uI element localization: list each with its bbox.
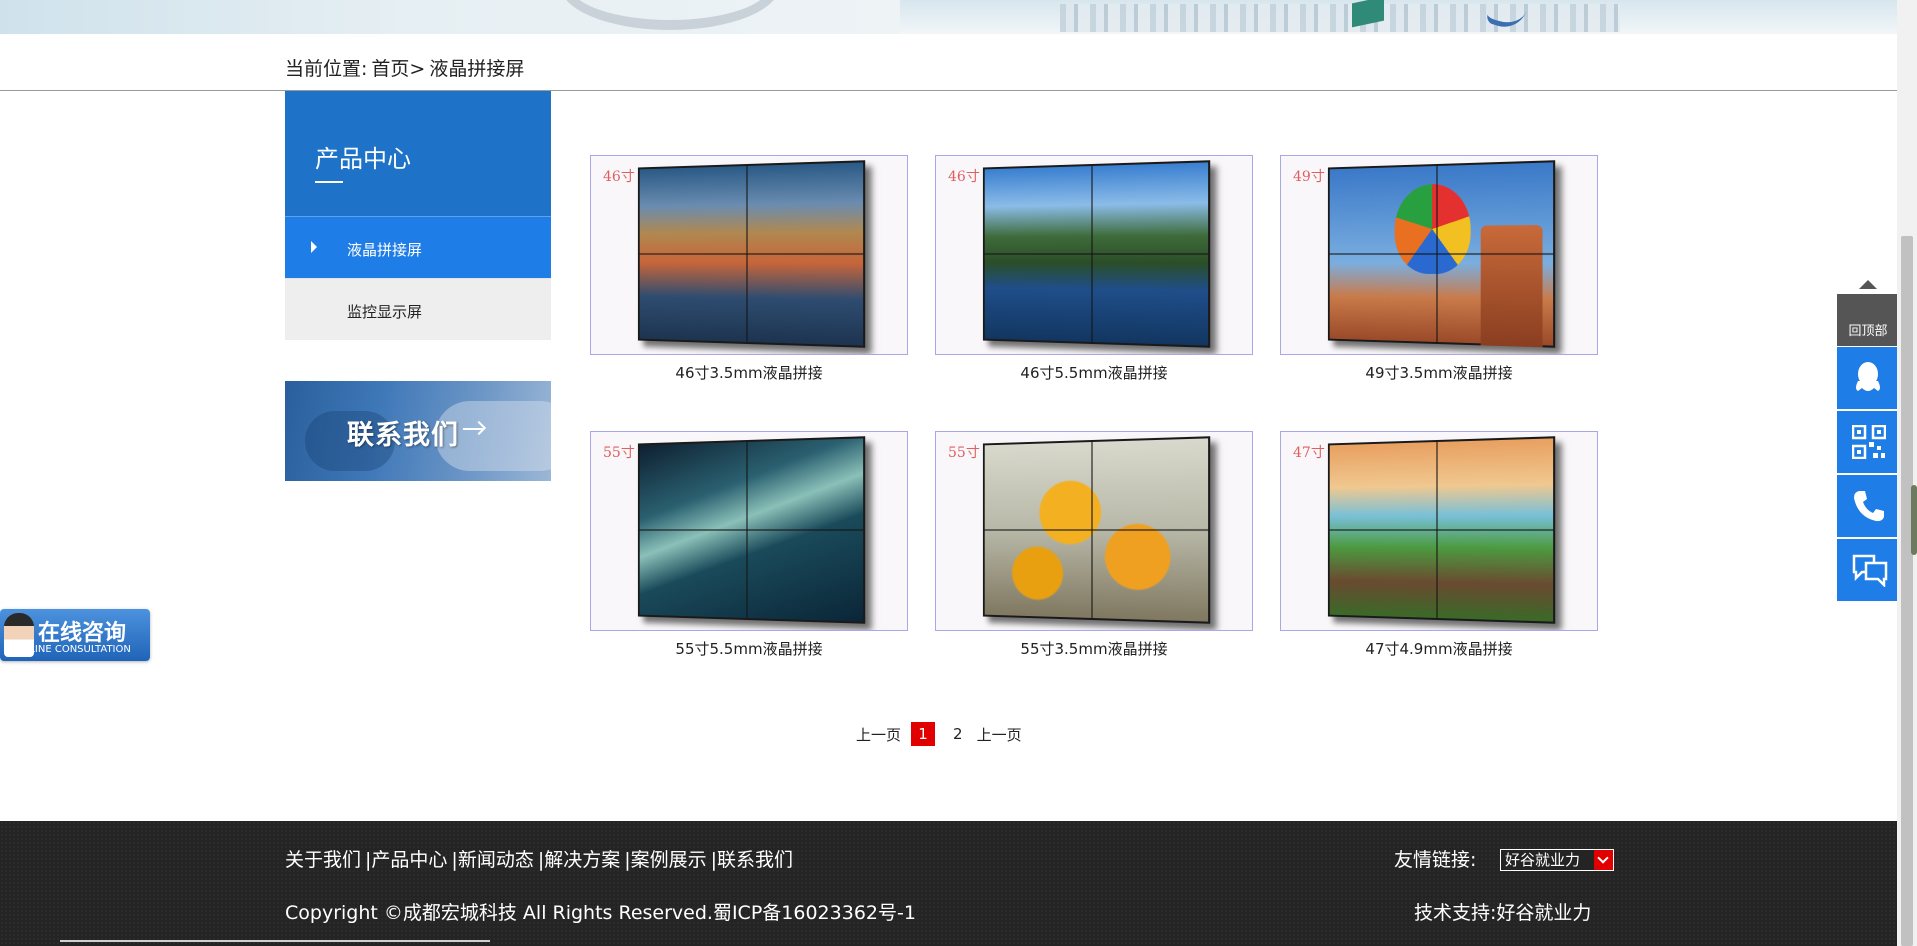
pagination: 上一页 1 2 上一页 bbox=[856, 722, 1032, 746]
video-wall-image bbox=[638, 436, 865, 624]
page-scrollbar[interactable] bbox=[1897, 0, 1917, 946]
page-2-link[interactable]: 2 bbox=[953, 725, 963, 743]
size-tag: 55寸 bbox=[948, 442, 980, 462]
product-card[interactable]: 47寸 47寸4.9mm液晶拼接 bbox=[1280, 431, 1598, 659]
caret-up-icon bbox=[1859, 280, 1877, 289]
sidebar-title-underline bbox=[315, 181, 343, 183]
phone-button[interactable] bbox=[1837, 475, 1899, 537]
contact-us-label: 联系我们 bbox=[347, 413, 459, 452]
footer-link-solutions[interactable]: |解决方案 bbox=[538, 845, 620, 872]
arrow-right-icon bbox=[463, 428, 483, 430]
chevron-down-icon bbox=[1594, 850, 1613, 870]
online-consult-title: 在线咨询 bbox=[38, 615, 126, 647]
product-image[interactable]: 49寸 bbox=[1280, 155, 1598, 355]
product-name[interactable]: 46寸5.5mm液晶拼接 bbox=[935, 362, 1253, 383]
size-tag: 55寸 bbox=[603, 442, 635, 462]
scrollbar-thumb[interactable] bbox=[1901, 236, 1913, 946]
product-image[interactable]: 46寸 bbox=[590, 155, 908, 355]
online-consult-subtitle: ONLINE CONSULTATION bbox=[14, 644, 131, 655]
breadcrumb-prefix: 当前位置: bbox=[285, 58, 367, 80]
footer-nav: 关于我们 |产品中心 |新闻动态 |解决方案 |案例展示 |联系我们 bbox=[285, 845, 797, 872]
sidebar-item-monitor-display[interactable]: 监控显示屏 bbox=[285, 278, 551, 340]
online-consultation-button[interactable]: 在线咨询 ONLINE CONSULTATION bbox=[0, 609, 150, 661]
copyright-text: Copyright ©成都宏城科技 All Rights Reserved.蜀I… bbox=[285, 898, 916, 925]
breadcrumb-bar: 当前位置: 首页> 液晶拼接屏 bbox=[0, 34, 1897, 91]
video-wall-image bbox=[983, 436, 1210, 624]
prev-page-link[interactable]: 上一页 bbox=[856, 724, 901, 745]
product-image[interactable]: 47寸 bbox=[1280, 431, 1598, 631]
product-name[interactable]: 49寸3.5mm液晶拼接 bbox=[1280, 362, 1598, 383]
qr-code-button[interactable] bbox=[1837, 411, 1899, 473]
breadcrumb-home-link[interactable]: 首页> bbox=[371, 58, 425, 80]
sidebar-item-lcd-splicing[interactable]: 液晶拼接屏 bbox=[285, 216, 551, 278]
scrollbar-side-tab bbox=[1911, 485, 1917, 555]
qr-code-icon bbox=[1852, 425, 1886, 459]
video-wall-image bbox=[1328, 436, 1555, 624]
next-page-link[interactable]: 上一页 bbox=[977, 724, 1022, 745]
page-1-current[interactable]: 1 bbox=[911, 722, 935, 746]
product-card[interactable]: 46寸 46寸3.5mm液晶拼接 bbox=[590, 155, 908, 383]
size-tag: 49寸 bbox=[1293, 166, 1325, 186]
video-wall-image bbox=[1328, 160, 1555, 348]
footer-link-news[interactable]: |新闻动态 bbox=[451, 845, 533, 872]
tech-support-text: 技术支持:好谷就业力 bbox=[1414, 898, 1591, 925]
product-name[interactable]: 47寸4.9mm液晶拼接 bbox=[1280, 638, 1598, 659]
footer-link-contact[interactable]: |联系我们 bbox=[711, 845, 793, 872]
product-name[interactable]: 55寸5.5mm液晶拼接 bbox=[590, 638, 908, 659]
footer-link-about[interactable]: 关于我们 bbox=[285, 845, 361, 872]
chat-icon bbox=[1852, 553, 1888, 587]
sidebar-item-label: 液晶拼接屏 bbox=[347, 239, 422, 260]
product-image[interactable]: 55寸 bbox=[590, 431, 908, 631]
product-card[interactable]: 55寸 55寸5.5mm液晶拼接 bbox=[590, 431, 908, 659]
sidebar-header: 产品中心 bbox=[285, 91, 551, 216]
product-image[interactable]: 55寸 bbox=[935, 431, 1253, 631]
sidebar-title: 产品中心 bbox=[315, 139, 411, 174]
friend-links-selected-value: 好谷就业力 bbox=[1505, 851, 1580, 869]
sidebar-item-label: 监控显示屏 bbox=[347, 301, 422, 322]
product-name[interactable]: 46寸3.5mm液晶拼接 bbox=[590, 362, 908, 383]
size-tag: 46寸 bbox=[948, 166, 980, 186]
product-card[interactable]: 49寸 49寸3.5mm液晶拼接 bbox=[1280, 155, 1598, 383]
size-tag: 47寸 bbox=[1293, 442, 1325, 462]
product-card[interactable]: 55寸 55寸3.5mm液晶拼接 bbox=[935, 431, 1253, 659]
phone-icon bbox=[1852, 489, 1886, 523]
video-wall-image bbox=[983, 160, 1210, 348]
caret-right-icon bbox=[311, 241, 317, 253]
friend-links-label: 友情链接: bbox=[1394, 845, 1476, 872]
qq-button[interactable] bbox=[1837, 347, 1899, 409]
product-name[interactable]: 55寸3.5mm液晶拼接 bbox=[935, 638, 1253, 659]
back-to-top-button[interactable]: 回顶部 bbox=[1837, 294, 1899, 346]
footer-bottom-bar bbox=[60, 940, 490, 942]
top-banner-image bbox=[0, 0, 1897, 34]
product-image[interactable]: 46寸 bbox=[935, 155, 1253, 355]
product-sidebar: 产品中心 液晶拼接屏 监控显示屏 bbox=[285, 91, 551, 340]
footer-link-products[interactable]: |产品中心 bbox=[365, 845, 447, 872]
video-wall-image bbox=[638, 160, 865, 348]
footer: 关于我们 |产品中心 |新闻动态 |解决方案 |案例展示 |联系我们 Copyr… bbox=[0, 821, 1897, 946]
breadcrumb: 当前位置: 首页> 液晶拼接屏 bbox=[285, 54, 528, 81]
friend-links-select[interactable]: 好谷就业力 bbox=[1500, 849, 1614, 871]
product-card[interactable]: 46寸 46寸5.5mm液晶拼接 bbox=[935, 155, 1253, 383]
size-tag: 46寸 bbox=[603, 166, 635, 186]
breadcrumb-current[interactable]: 液晶拼接屏 bbox=[429, 58, 524, 80]
qq-icon bbox=[1852, 361, 1884, 395]
footer-link-cases[interactable]: |案例展示 bbox=[624, 845, 706, 872]
contact-us-banner[interactable]: 联系我们 bbox=[285, 381, 551, 481]
chat-button[interactable] bbox=[1837, 539, 1899, 601]
